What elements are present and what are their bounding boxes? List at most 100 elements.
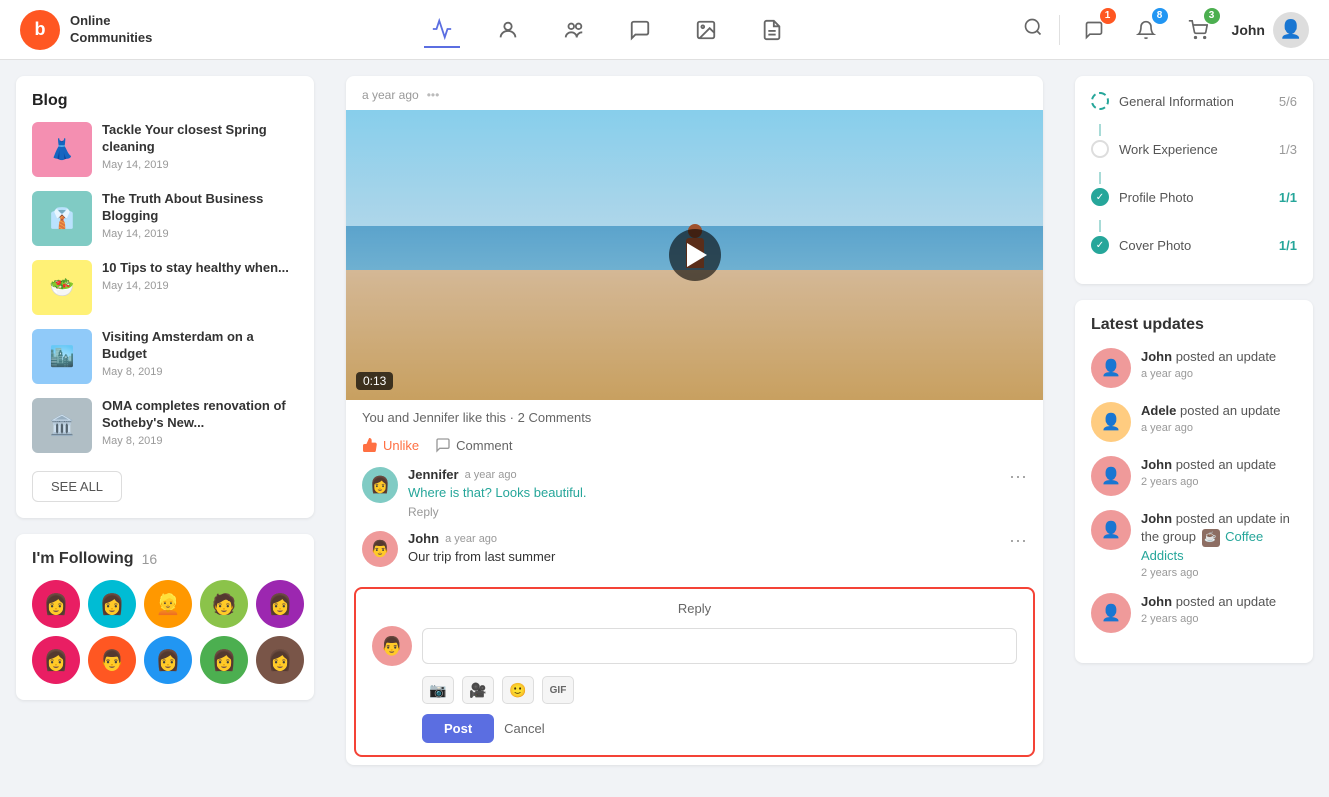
update-time-1: a year ago	[1141, 422, 1281, 434]
following-avatar-8[interactable]: 👩	[200, 636, 248, 684]
reply-form: Reply 👨 📷 🎥 🙂 GIF Post Cancel	[354, 587, 1035, 757]
user-name: John	[1232, 22, 1265, 38]
progress-label-1: Work Experience	[1119, 142, 1269, 157]
blog-section: Blog 👗 Tackle Your closest Spring cleani…	[16, 76, 314, 518]
progress-card: General Information 5/6 Work Experience …	[1075, 76, 1313, 284]
main-content: a year ago ••• 0:13	[330, 60, 1059, 797]
progress-label-2: Profile Photo	[1119, 190, 1269, 205]
messages-badge: 1	[1100, 8, 1116, 24]
nav-messages-icon[interactable]	[622, 12, 658, 48]
photo-tool-button[interactable]: 📷	[422, 676, 454, 704]
logo[interactable]: b Online Communities	[20, 10, 152, 50]
progress-circle-0	[1091, 92, 1109, 110]
comment-time-1: a year ago	[445, 533, 497, 545]
nav-docs-icon[interactable]	[754, 12, 790, 48]
video-tool-button[interactable]: 🎥	[462, 676, 494, 704]
update-item-4: 👤 John posted an update 2 years ago	[1091, 593, 1297, 633]
main-layout: Blog 👗 Tackle Your closest Spring cleani…	[0, 60, 1329, 797]
see-all-button[interactable]: SEE ALL	[32, 471, 122, 502]
cart-badge: 3	[1204, 8, 1220, 24]
blog-thumb-1: 👔	[32, 191, 92, 246]
blog-title: Blog	[32, 92, 298, 110]
video-container[interactable]: 0:13	[346, 110, 1043, 400]
update-time-4: 2 years ago	[1141, 613, 1276, 625]
following-avatar-9[interactable]: 👩	[256, 636, 304, 684]
header-divider	[1059, 15, 1060, 45]
blog-item-4[interactable]: 🏛️ OMA completes renovation of Sotheby's…	[32, 398, 298, 453]
nav-groups-icon[interactable]	[556, 12, 592, 48]
notifications-btn[interactable]: 8	[1128, 12, 1164, 48]
play-icon	[687, 243, 707, 267]
messages-btn[interactable]: 1	[1076, 12, 1112, 48]
nav-activity-icon[interactable]	[424, 12, 460, 48]
updates-title: Latest updates	[1091, 316, 1297, 334]
progress-score-3: 1/1	[1279, 238, 1297, 253]
following-section: I'm Following 16 👩 👩 👱 🧑 👩 👩 👨 👩 👩 👩	[16, 534, 314, 700]
following-avatar-4[interactable]: 👩	[256, 580, 304, 628]
unlike-button[interactable]: Unlike	[362, 433, 419, 457]
post-reply-button[interactable]: Post	[422, 714, 494, 743]
blog-item-date-0: May 14, 2019	[102, 159, 298, 171]
blog-item-0[interactable]: 👗 Tackle Your closest Spring cleaning Ma…	[32, 122, 298, 177]
comment-author-1: John	[408, 531, 439, 546]
following-avatar-5[interactable]: 👩	[32, 636, 80, 684]
blog-thumb-0: 👗	[32, 122, 92, 177]
update-item-3: 👤 John posted an update in the group ☕ C…	[1091, 510, 1297, 579]
update-avatar-0: 👤	[1091, 348, 1131, 388]
progress-label-0: General Information	[1119, 94, 1269, 109]
logo-text: Online Communities	[70, 13, 152, 47]
update-text-4: John posted an update	[1141, 593, 1276, 611]
reply-label: Reply	[372, 601, 1017, 616]
following-avatar-7[interactable]: 👩	[144, 636, 192, 684]
post-actions: You and Jennifer like this · 2 Comments …	[346, 400, 1043, 467]
blog-item-title-0: Tackle Your closest Spring cleaning	[102, 122, 298, 156]
post-timestamp: a year ago •••	[346, 76, 1043, 110]
user-menu[interactable]: John 👤	[1232, 12, 1309, 48]
progress-item-0: General Information 5/6	[1091, 92, 1297, 110]
update-text-3: John posted an update in the group ☕ Cof…	[1141, 510, 1297, 565]
following-avatar-0[interactable]: 👩	[32, 580, 80, 628]
progress-item-1: Work Experience 1/3	[1091, 140, 1297, 158]
update-time-3: 2 years ago	[1141, 567, 1297, 579]
nav-media-icon[interactable]	[688, 12, 724, 48]
sidebar-right: General Information 5/6 Work Experience …	[1059, 60, 1329, 797]
update-time-2: 2 years ago	[1141, 476, 1276, 488]
following-avatar-3[interactable]: 🧑	[200, 580, 248, 628]
blog-item-date-1: May 14, 2019	[102, 228, 298, 240]
following-grid: 👩 👩 👱 🧑 👩 👩 👨 👩 👩 👩	[32, 580, 298, 684]
blog-item-2[interactable]: 🥗 10 Tips to stay healthy when... May 14…	[32, 260, 298, 315]
reply-input[interactable]	[422, 628, 1017, 664]
blog-item-1[interactable]: 👔 The Truth About Business Blogging May …	[32, 191, 298, 246]
cancel-reply-button[interactable]: Cancel	[504, 721, 544, 736]
search-icon[interactable]	[1023, 17, 1043, 42]
emoji-tool-button[interactable]: 🙂	[502, 676, 534, 704]
blog-item-date-3: May 8, 2019	[102, 366, 298, 378]
comment-more-icon-1[interactable]: ···	[1009, 531, 1027, 567]
progress-circle-2: ✓	[1091, 188, 1109, 206]
following-avatar-6[interactable]: 👨	[88, 636, 136, 684]
notifications-badge: 8	[1152, 8, 1168, 24]
update-avatar-4: 👤	[1091, 593, 1131, 633]
progress-score-1: 1/3	[1279, 142, 1297, 157]
progress-item-3: ✓ Cover Photo 1/1	[1091, 236, 1297, 254]
comment-more-icon-0[interactable]: ···	[1009, 467, 1027, 519]
comment-time-0: a year ago	[465, 469, 517, 481]
progress-score-0: 5/6	[1279, 94, 1297, 109]
blog-item-3[interactable]: 🏙️ Visiting Amsterdam on a Budget May 8,…	[32, 329, 298, 384]
comment-button[interactable]: Comment	[435, 433, 512, 457]
following-avatar-2[interactable]: 👱	[144, 580, 192, 628]
user-avatar: 👤	[1273, 12, 1309, 48]
blog-thumb-3: 🏙️	[32, 329, 92, 384]
play-button[interactable]	[669, 229, 721, 281]
cart-btn[interactable]: 3	[1180, 12, 1216, 48]
nav-profile-icon[interactable]	[490, 12, 526, 48]
blog-item-date-2: May 14, 2019	[102, 280, 298, 292]
comment-reply-0[interactable]: Reply	[408, 505, 439, 519]
following-avatar-1[interactable]: 👩	[88, 580, 136, 628]
comment-section: 👩 Jennifer a year ago Where is that? Loo…	[346, 467, 1043, 587]
post-card: a year ago ••• 0:13	[346, 76, 1043, 765]
blog-item-title-3: Visiting Amsterdam on a Budget	[102, 329, 298, 363]
comment-text-0: Where is that? Looks beautiful.	[408, 485, 999, 500]
progress-score-2: 1/1	[1279, 190, 1297, 205]
gif-tool-button[interactable]: GIF	[542, 676, 574, 704]
